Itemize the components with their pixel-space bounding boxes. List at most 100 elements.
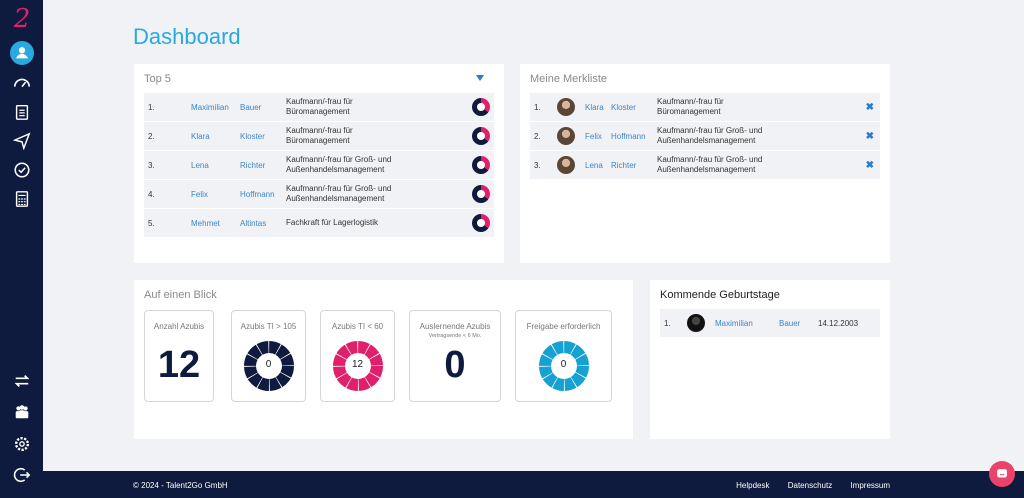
- table-row[interactable]: 2. Klara Kloster Kaufmann/-frau für Büro…: [144, 122, 494, 150]
- job-title: Kaufmann/-frau für Groß- und Außenhandel…: [286, 184, 392, 203]
- kpi-azubis-ti-low[interactable]: Azubis TI < 60 12: [320, 310, 395, 402]
- chat-icon[interactable]: [989, 461, 1015, 487]
- job-title: Kaufmann/-frau für Groß- und Außenhandel…: [657, 126, 763, 145]
- last-name-link[interactable]: Kloster: [240, 132, 265, 141]
- table-row[interactable]: 1. Maximilian Bauer Kaufmann/-frau für B…: [144, 93, 494, 121]
- kpi-anzahl-azubis[interactable]: Anzahl Azubis 12: [144, 310, 214, 402]
- rank: 1.: [534, 102, 541, 112]
- job-title: Kaufmann/-frau für Büromanagement: [657, 97, 724, 116]
- first-name-link[interactable]: Lena: [191, 161, 209, 170]
- kpi-label: Azubis TI > 105: [240, 322, 297, 331]
- page-title: Dashboard: [133, 24, 241, 49]
- last-name-link[interactable]: Hoffmann: [240, 190, 275, 199]
- table-row[interactable]: 5. Mehmet Altintas Fachkraft für Lagerlo…: [144, 209, 494, 237]
- chevron-down-icon[interactable]: [476, 75, 484, 81]
- kpi-value: 0: [444, 344, 466, 386]
- job-title: Kaufmann/-frau für Groß- und Außenhandel…: [657, 155, 763, 174]
- first-name-link[interactable]: Felix: [585, 132, 602, 141]
- calculator-icon[interactable]: [11, 188, 33, 210]
- avatar: [557, 98, 575, 116]
- score-badge-icon: [472, 185, 490, 203]
- gear-icon[interactable]: [11, 433, 33, 455]
- birthdays-card: Kommende Geburtstage 1. Maximilian Bauer…: [650, 280, 890, 439]
- copyright: © 2024 - Talent2Go GmbH: [133, 481, 228, 490]
- first-name-link[interactable]: Mehmet: [191, 219, 220, 228]
- last-name-link[interactable]: Hoffmann: [611, 132, 646, 141]
- footer-links: Helpdesk Datenschutz Impressum: [720, 481, 890, 490]
- helpdesk-link[interactable]: Helpdesk: [736, 481, 769, 490]
- kpi-auslernende-azubis[interactable]: Auslernende Azubis Vertragsende < 6 Mo. …: [409, 310, 501, 402]
- kpi-value: 0: [265, 359, 272, 370]
- last-name-link[interactable]: Kloster: [611, 103, 636, 112]
- gauge-icon[interactable]: [11, 72, 33, 94]
- swap-icon[interactable]: [11, 370, 33, 392]
- first-name-link[interactable]: Klara: [585, 103, 604, 112]
- sidebar: 2: [0, 0, 43, 498]
- avatar: [557, 127, 575, 145]
- rank: 3.: [534, 160, 541, 170]
- merkliste-card: Meine Merkliste 1. Klara Kloster Kaufman…: [520, 64, 890, 263]
- last-name-link[interactable]: Richter: [611, 161, 636, 170]
- first-name-link[interactable]: Maximilian: [715, 319, 753, 328]
- remove-icon[interactable]: ✖: [866, 160, 874, 171]
- kpi-freigabe-erforderlich[interactable]: Freigabe erforderlich 0: [515, 310, 612, 402]
- kpi-label: Anzahl Azubis: [153, 322, 205, 331]
- overview-card: Auf einen Blick Anzahl Azubis 12 Azubis …: [134, 280, 633, 439]
- user-icon[interactable]: [10, 41, 34, 65]
- kpi-label: Azubis TI < 60: [331, 322, 384, 331]
- first-name-link[interactable]: Klara: [191, 132, 210, 141]
- job-title: Kaufmann/-frau für Groß- und Außenhandel…: [286, 155, 392, 174]
- logout-icon[interactable]: [11, 464, 33, 486]
- donut-chart: 0: [538, 340, 590, 392]
- app-logo[interactable]: 2: [10, 5, 34, 33]
- score-badge-icon: [472, 127, 490, 145]
- avatar: [687, 314, 705, 332]
- birthdays-title: Kommende Geburtstage: [660, 289, 780, 301]
- last-name-link[interactable]: Bauer: [779, 319, 800, 328]
- top5-card: Top 5 1. Maximilian Bauer Kaufmann/-frau…: [134, 64, 504, 263]
- rank: 3.: [148, 160, 155, 170]
- list-item[interactable]: 1. Klara Kloster Kaufmann/-frau für Büro…: [530, 93, 880, 121]
- first-name-link[interactable]: Felix: [191, 190, 208, 199]
- rank: 2.: [148, 131, 155, 141]
- datenschutz-link[interactable]: Datenschutz: [788, 481, 832, 490]
- job-title: Kaufmann/-frau für Büromanagement: [286, 97, 353, 116]
- list-item[interactable]: 1. Maximilian Bauer 14.12.2003: [660, 309, 880, 337]
- job-title: Fachkraft für Lagerlogistik: [286, 218, 379, 227]
- score-badge-icon: [472, 156, 490, 174]
- rank: 5.: [148, 218, 155, 228]
- kpi-value: 0: [560, 359, 567, 370]
- top5-title: Top 5: [144, 73, 171, 85]
- rank: 2.: [534, 131, 541, 141]
- send-icon[interactable]: [11, 130, 33, 152]
- birth-date: 14.12.2003: [818, 318, 859, 328]
- overview-title: Auf einen Blick: [144, 289, 217, 301]
- remove-icon[interactable]: ✖: [866, 102, 874, 113]
- table-row[interactable]: 3. Lena Richter Kaufmann/-frau für Groß-…: [144, 151, 494, 179]
- rank: 4.: [148, 189, 155, 199]
- list-item[interactable]: 3. Lena Richter Kaufmann/-frau für Groß-…: [530, 151, 880, 179]
- first-name-link[interactable]: Lena: [585, 161, 603, 170]
- merkliste-title: Meine Merkliste: [530, 73, 608, 85]
- kpi-azubis-ti-high[interactable]: Azubis TI > 105 0: [231, 310, 306, 402]
- kpi-value: 12: [157, 344, 201, 386]
- score-badge-icon: [472, 214, 490, 232]
- last-name-link[interactable]: Bauer: [240, 103, 261, 112]
- donut-chart: 12: [332, 340, 384, 392]
- first-name-link[interactable]: Maximilian: [191, 103, 229, 112]
- avatar: [557, 156, 575, 174]
- score-badge-icon: [472, 98, 490, 116]
- check-circle-icon[interactable]: [11, 159, 33, 181]
- kpi-value: 12: [351, 359, 364, 370]
- kpi-label: Freigabe erforderlich: [526, 322, 601, 331]
- donut-chart: 0: [243, 340, 295, 392]
- last-name-link[interactable]: Richter: [240, 161, 265, 170]
- remove-icon[interactable]: ✖: [866, 131, 874, 142]
- last-name-link[interactable]: Altintas: [240, 219, 266, 228]
- clipboard-icon[interactable]: [11, 101, 33, 123]
- people-icon[interactable]: [11, 401, 33, 423]
- table-row[interactable]: 4. Felix Hoffmann Kaufmann/-frau für Gro…: [144, 180, 494, 208]
- rank: 1.: [148, 102, 155, 112]
- list-item[interactable]: 2. Felix Hoffmann Kaufmann/-frau für Gro…: [530, 122, 880, 150]
- impressum-link[interactable]: Impressum: [850, 481, 890, 490]
